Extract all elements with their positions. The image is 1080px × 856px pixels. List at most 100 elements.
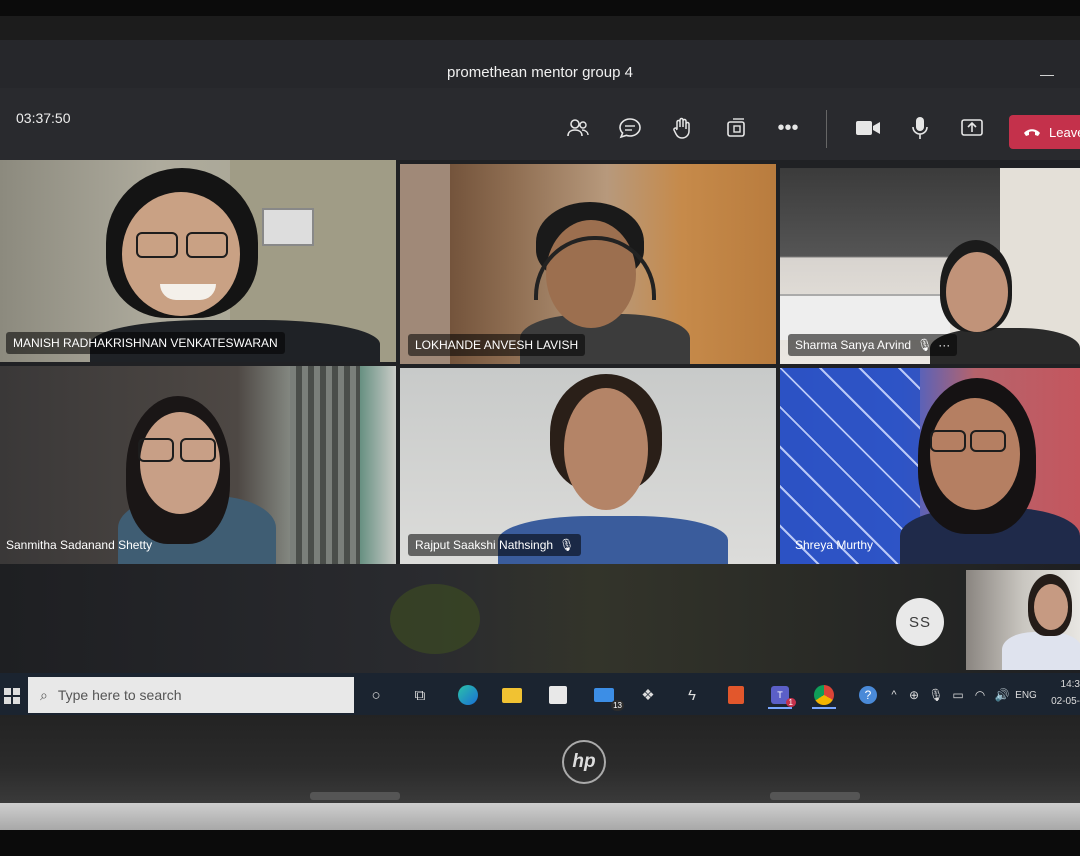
video-tile[interactable]: Sanmitha Sadanand Shetty (0, 366, 396, 564)
mic-muted-icon: 🎙 (917, 338, 933, 352)
person-body (1002, 632, 1080, 670)
laptop-screen: promethean mentor group 4 — 03:37:50 •••… (0, 40, 1080, 715)
phone-hangup-icon (1024, 129, 1040, 136)
battery-icon: ▭ (952, 688, 964, 702)
glasses (180, 438, 216, 462)
edge-icon (458, 685, 478, 705)
person-face (930, 398, 1020, 510)
clock-time: 14:3 (1060, 679, 1080, 690)
volume-button[interactable]: 🔊 (990, 683, 1014, 707)
camera-toggle-button[interactable] (852, 112, 884, 144)
search-placeholder: Type here to search (57, 687, 182, 703)
participant-name-tag: Rajput Saakshi Nathsingh 🎙 (408, 534, 582, 556)
windows-start-button[interactable] (0, 684, 24, 708)
lightning-app-icon: ϟ (688, 686, 696, 704)
participant-avatar[interactable]: SS (896, 598, 944, 646)
chat-icon (619, 118, 641, 139)
wall-switchboard (262, 208, 314, 246)
language-indicator[interactable]: ENG (1012, 683, 1040, 707)
laptop-bottom-bezel (0, 715, 1080, 803)
teams-app-button[interactable]: T 1 (768, 683, 796, 709)
speaker-icon: 🔊 (994, 688, 1010, 702)
toolbar-divider (826, 110, 827, 148)
participant-name-tag: Sanmitha Sadanand Shetty (6, 538, 153, 552)
laptop-bezel-top (0, 16, 1080, 40)
mic-icon (912, 117, 928, 139)
wifi-button[interactable]: ◠ (968, 683, 992, 707)
task-view-icon: ⧉ (414, 686, 426, 704)
laptop-hinge (770, 792, 860, 800)
laptop-base (0, 803, 1080, 830)
help-icon: ? (859, 686, 877, 704)
meeting-title: promethean mentor group 4 (447, 64, 633, 81)
participants-button[interactable] (562, 112, 594, 144)
laptop-hinge (310, 792, 400, 800)
participant-name-tag: MANISH RADHAKRISHNAN VENKATESWARAN (6, 332, 285, 354)
tray-app-button[interactable]: ⊕ (902, 683, 926, 707)
cortana-button[interactable]: ○ (364, 683, 388, 707)
microphone-tray-icon: 🎙 (928, 688, 944, 702)
more-icon: ••• (777, 116, 799, 139)
self-view-tile[interactable] (966, 570, 1080, 670)
store-bag-icon (549, 686, 567, 704)
mic-toggle-button[interactable] (904, 112, 936, 144)
participant-name-tag: LOKHANDE ANVESH LAVISH (408, 334, 586, 356)
meeting-tray-icon: ⊕ (908, 688, 920, 702)
share-screen-button[interactable] (956, 112, 988, 144)
tray-mic-button[interactable]: 🎙 (924, 683, 948, 707)
taskbar-clock[interactable]: 14:3 02-05- (1040, 676, 1080, 710)
screen-reflection (390, 584, 480, 654)
smile (160, 284, 216, 300)
mail-icon (594, 688, 614, 702)
chevron-up-icon: ^ (891, 689, 897, 701)
photo-border-top (0, 0, 1080, 16)
person-face (1034, 584, 1068, 630)
office-icon (728, 686, 744, 704)
wifi-icon: ◠ (974, 688, 986, 702)
dropbox-app-button[interactable]: ❖ (636, 683, 660, 707)
camera-icon (856, 121, 880, 135)
share-tray-icon (727, 118, 745, 137)
meeting-timer: 03:37:50 (16, 110, 71, 126)
minimize-button[interactable]: — (1040, 66, 1054, 82)
video-tile[interactable]: Sharma Sanya Arvind 🎙 ··· (780, 168, 1080, 364)
teams-badge: 1 (785, 698, 796, 707)
video-tile[interactable]: Rajput Saakshi Nathsingh 🎙 (400, 368, 776, 564)
search-icon: ⌕ (40, 686, 48, 703)
mic-muted-icon: 🎙 (559, 538, 575, 552)
leave-button[interactable]: Leave (1009, 115, 1080, 149)
glasses (930, 430, 966, 452)
chrome-app-button[interactable] (812, 683, 836, 709)
raise-hand-button[interactable] (666, 112, 698, 144)
video-tile[interactable]: LOKHANDE ANVESH LAVISH (400, 164, 776, 364)
chrome-icon (814, 685, 834, 705)
person-face (946, 252, 1008, 332)
hp-logo: hp (562, 740, 606, 784)
participant-name-tag: Shreya Murthy (795, 538, 874, 552)
breakout-rooms-button[interactable] (720, 112, 752, 144)
mail-app-button[interactable]: 13 (592, 683, 624, 711)
help-tray-button[interactable]: ? (856, 683, 880, 707)
file-explorer-button[interactable] (500, 683, 524, 707)
chat-button[interactable] (614, 112, 646, 144)
office-app-button[interactable] (724, 683, 748, 707)
store-app-button[interactable] (546, 683, 570, 707)
share-screen-icon (961, 119, 983, 136)
leave-label: Leave (1049, 124, 1080, 140)
glasses (136, 232, 178, 258)
folder-icon (502, 687, 522, 703)
dropbox-icon: ❖ (641, 687, 655, 704)
video-tile[interactable]: MANISH RADHAKRISHNAN VENKATESWARAN (0, 160, 396, 362)
edge-app-button[interactable] (456, 683, 480, 707)
person-face (564, 388, 648, 510)
app-button[interactable]: ϟ (680, 683, 704, 707)
more-actions-button[interactable]: ••• (772, 112, 804, 144)
glasses (138, 438, 174, 462)
raise-hand-icon (673, 117, 690, 139)
video-tile[interactable]: Shreya Murthy (780, 368, 1080, 564)
photo-border-bottom (0, 830, 1080, 856)
battery-button[interactable]: ▭ (946, 683, 970, 707)
task-view-button[interactable]: ⧉ (408, 683, 432, 707)
taskbar-search-box[interactable]: ⌕ Type here to search (28, 677, 354, 713)
more-options-icon[interactable]: ··· (938, 338, 950, 352)
